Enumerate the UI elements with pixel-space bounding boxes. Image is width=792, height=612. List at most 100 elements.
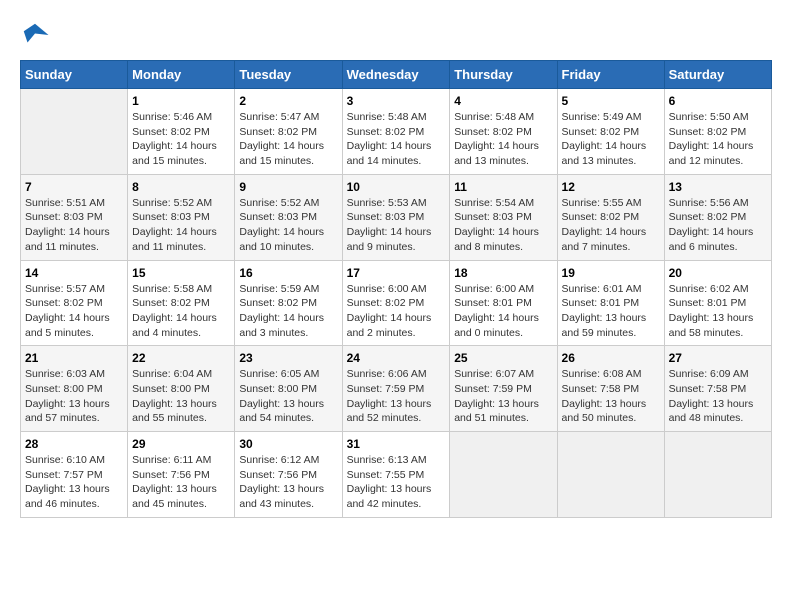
day-number: 22 (132, 351, 230, 365)
day-info: Sunrise: 6:09 AM Sunset: 7:58 PM Dayligh… (669, 367, 767, 426)
day-number: 14 (25, 266, 123, 280)
header-cell-thursday: Thursday (450, 61, 557, 89)
day-number: 25 (454, 351, 552, 365)
week-row-1: 7 Sunrise: 5:51 AM Sunset: 8:03 PM Daylig… (21, 174, 772, 260)
day-number: 9 (239, 180, 337, 194)
day-info: Sunrise: 6:02 AM Sunset: 8:01 PM Dayligh… (669, 282, 767, 341)
day-number: 15 (132, 266, 230, 280)
week-row-2: 14 Sunrise: 5:57 AM Sunset: 8:02 PM Dayli… (21, 260, 772, 346)
day-number: 19 (562, 266, 660, 280)
day-info: Sunrise: 5:56 AM Sunset: 8:02 PM Dayligh… (669, 196, 767, 255)
day-number: 4 (454, 94, 552, 108)
day-info: Sunrise: 6:00 AM Sunset: 8:01 PM Dayligh… (454, 282, 552, 341)
calendar-cell: 7 Sunrise: 5:51 AM Sunset: 8:03 PM Daylig… (21, 174, 128, 260)
calendar-cell: 31Sunrise: 6:13 AM Sunset: 7:55 PM Dayli… (342, 432, 450, 518)
day-number: 16 (239, 266, 337, 280)
day-number: 8 (132, 180, 230, 194)
calendar-cell: 20 Sunrise: 6:02 AM Sunset: 8:01 PM Dayli… (664, 260, 771, 346)
calendar-cell: 8 Sunrise: 5:52 AM Sunset: 8:03 PM Daylig… (128, 174, 235, 260)
day-info: Sunrise: 6:06 AM Sunset: 7:59 PM Dayligh… (347, 367, 446, 426)
day-info: Sunrise: 5:46 AM Sunset: 8:02 PM Dayligh… (132, 110, 230, 169)
day-info: Sunrise: 5:59 AM Sunset: 8:02 PM Dayligh… (239, 282, 337, 341)
day-number: 20 (669, 266, 767, 280)
header-cell-sunday: Sunday (21, 61, 128, 89)
day-number: 10 (347, 180, 446, 194)
day-number: 30 (239, 437, 337, 451)
calendar-cell: 27 Sunrise: 6:09 AM Sunset: 7:58 PM Dayli… (664, 346, 771, 432)
day-info: Sunrise: 6:00 AM Sunset: 8:02 PM Dayligh… (347, 282, 446, 341)
calendar-header: SundayMondayTuesdayWednesdayThursdayFrid… (21, 61, 772, 89)
day-number: 23 (239, 351, 337, 365)
day-info: Sunrise: 6:03 AM Sunset: 8:00 PM Dayligh… (25, 367, 123, 426)
calendar-cell: 18 Sunrise: 6:00 AM Sunset: 8:01 PM Dayli… (450, 260, 557, 346)
header-row: SundayMondayTuesdayWednesdayThursdayFrid… (21, 61, 772, 89)
day-number: 28 (25, 437, 123, 451)
day-info: Sunrise: 6:04 AM Sunset: 8:00 PM Dayligh… (132, 367, 230, 426)
calendar-cell: 14 Sunrise: 5:57 AM Sunset: 8:02 PM Dayli… (21, 260, 128, 346)
day-info: Sunrise: 6:07 AM Sunset: 7:59 PM Dayligh… (454, 367, 552, 426)
day-info: Sunrise: 5:52 AM Sunset: 8:03 PM Dayligh… (132, 196, 230, 255)
calendar-cell (664, 432, 771, 518)
week-row-4: 28 Sunrise: 6:10 AM Sunset: 7:57 PM Dayli… (21, 432, 772, 518)
calendar-body: 1 Sunrise: 5:46 AM Sunset: 8:02 PM Daylig… (21, 89, 772, 518)
calendar-cell: 29Sunrise: 6:11 AM Sunset: 7:56 PM Dayli… (128, 432, 235, 518)
calendar-cell: 6 Sunrise: 5:50 AM Sunset: 8:02 PM Daylig… (664, 89, 771, 175)
calendar-cell: 1 Sunrise: 5:46 AM Sunset: 8:02 PM Daylig… (128, 89, 235, 175)
day-info: Sunrise: 5:57 AM Sunset: 8:02 PM Dayligh… (25, 282, 123, 341)
day-info: Sunrise: 5:52 AM Sunset: 8:03 PM Dayligh… (239, 196, 337, 255)
day-number: 21 (25, 351, 123, 365)
day-info: Sunrise: 6:11 AM Sunset: 7:56 PM Dayligh… (132, 453, 230, 512)
calendar-table: SundayMondayTuesdayWednesdayThursdayFrid… (20, 60, 772, 518)
day-number: 2 (239, 94, 337, 108)
day-info: Sunrise: 5:51 AM Sunset: 8:03 PM Dayligh… (25, 196, 123, 255)
day-info: Sunrise: 6:12 AM Sunset: 7:56 PM Dayligh… (239, 453, 337, 512)
day-number: 26 (562, 351, 660, 365)
day-info: Sunrise: 5:54 AM Sunset: 8:03 PM Dayligh… (454, 196, 552, 255)
header-cell-tuesday: Tuesday (235, 61, 342, 89)
day-info: Sunrise: 5:55 AM Sunset: 8:02 PM Dayligh… (562, 196, 660, 255)
calendar-cell: 25 Sunrise: 6:07 AM Sunset: 7:59 PM Dayli… (450, 346, 557, 432)
calendar-cell: 28 Sunrise: 6:10 AM Sunset: 7:57 PM Dayli… (21, 432, 128, 518)
calendar-cell: 23 Sunrise: 6:05 AM Sunset: 8:00 PM Dayli… (235, 346, 342, 432)
day-info: Sunrise: 6:08 AM Sunset: 7:58 PM Dayligh… (562, 367, 660, 426)
day-info: Sunrise: 6:10 AM Sunset: 7:57 PM Dayligh… (25, 453, 123, 512)
calendar-cell: 16 Sunrise: 5:59 AM Sunset: 8:02 PM Dayli… (235, 260, 342, 346)
day-number: 1 (132, 94, 230, 108)
day-number: 3 (347, 94, 446, 108)
header-cell-friday: Friday (557, 61, 664, 89)
day-info: Sunrise: 6:05 AM Sunset: 8:00 PM Dayligh… (239, 367, 337, 426)
calendar-cell: 24 Sunrise: 6:06 AM Sunset: 7:59 PM Dayli… (342, 346, 450, 432)
calendar-cell (450, 432, 557, 518)
calendar-cell: 3 Sunrise: 5:48 AM Sunset: 8:02 PM Daylig… (342, 89, 450, 175)
day-info: Sunrise: 5:48 AM Sunset: 8:02 PM Dayligh… (347, 110, 446, 169)
calendar-cell (21, 89, 128, 175)
week-row-3: 21 Sunrise: 6:03 AM Sunset: 8:00 PM Dayli… (21, 346, 772, 432)
day-info: Sunrise: 6:13 AM Sunset: 7:55 PM Dayligh… (347, 453, 446, 512)
calendar-cell: 22 Sunrise: 6:04 AM Sunset: 8:00 PM Dayli… (128, 346, 235, 432)
day-number: 27 (669, 351, 767, 365)
calendar-cell: 21 Sunrise: 6:03 AM Sunset: 8:00 PM Dayli… (21, 346, 128, 432)
day-number: 7 (25, 180, 123, 194)
calendar-cell: 13 Sunrise: 5:56 AM Sunset: 8:02 PM Dayli… (664, 174, 771, 260)
day-number: 6 (669, 94, 767, 108)
calendar-cell: 10 Sunrise: 5:53 AM Sunset: 8:03 PM Dayli… (342, 174, 450, 260)
day-info: Sunrise: 5:48 AM Sunset: 8:02 PM Dayligh… (454, 110, 552, 169)
day-number: 24 (347, 351, 446, 365)
day-info: Sunrise: 5:50 AM Sunset: 8:02 PM Dayligh… (669, 110, 767, 169)
calendar-cell: 9 Sunrise: 5:52 AM Sunset: 8:03 PM Daylig… (235, 174, 342, 260)
calendar-cell (557, 432, 664, 518)
calendar-cell: 2 Sunrise: 5:47 AM Sunset: 8:02 PM Daylig… (235, 89, 342, 175)
calendar-cell: 19Sunrise: 6:01 AM Sunset: 8:01 PM Dayli… (557, 260, 664, 346)
day-info: Sunrise: 5:49 AM Sunset: 8:02 PM Dayligh… (562, 110, 660, 169)
header-cell-monday: Monday (128, 61, 235, 89)
day-number: 18 (454, 266, 552, 280)
day-info: Sunrise: 5:58 AM Sunset: 8:02 PM Dayligh… (132, 282, 230, 341)
day-number: 13 (669, 180, 767, 194)
calendar-cell: 5Sunrise: 5:49 AM Sunset: 8:02 PM Daylig… (557, 89, 664, 175)
day-info: Sunrise: 5:53 AM Sunset: 8:03 PM Dayligh… (347, 196, 446, 255)
header-cell-saturday: Saturday (664, 61, 771, 89)
calendar-cell: 4 Sunrise: 5:48 AM Sunset: 8:02 PM Daylig… (450, 89, 557, 175)
calendar-cell: 11Sunrise: 5:54 AM Sunset: 8:03 PM Dayli… (450, 174, 557, 260)
calendar-cell: 30 Sunrise: 6:12 AM Sunset: 7:56 PM Dayli… (235, 432, 342, 518)
day-info: Sunrise: 5:47 AM Sunset: 8:02 PM Dayligh… (239, 110, 337, 169)
